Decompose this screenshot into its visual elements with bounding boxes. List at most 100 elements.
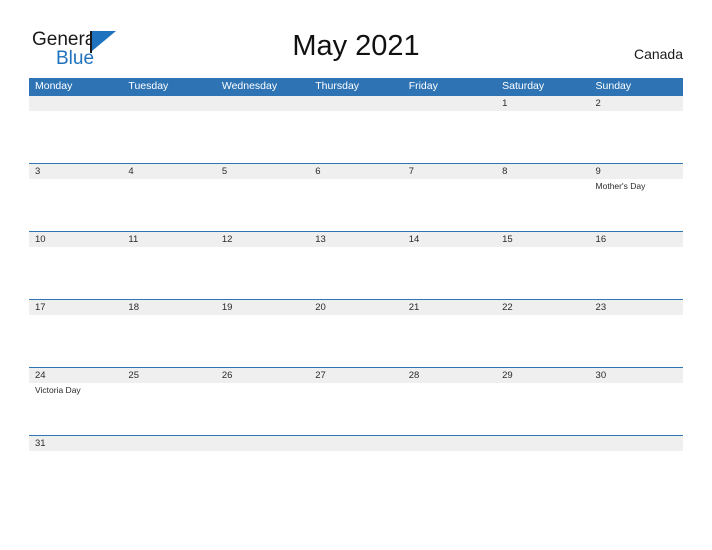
week-number-band: 24 25 26 27 28 29 30 (29, 368, 683, 383)
day-cell-empty (403, 179, 496, 231)
day-number-empty (496, 436, 589, 451)
day-cell-empty (496, 383, 589, 435)
day-cell-empty (309, 247, 402, 299)
day-event-label[interactable]: Victoria Day (29, 383, 122, 435)
day-cell-empty (403, 451, 496, 473)
day-number-empty (216, 96, 309, 111)
day-cell-empty (496, 111, 589, 163)
day-number-empty (403, 436, 496, 451)
day-cell-empty (216, 383, 309, 435)
day-number[interactable]: 1 (496, 96, 589, 111)
day-number[interactable]: 17 (29, 300, 122, 315)
day-number[interactable]: 24 (29, 368, 122, 383)
calendar-week-row: 12 (29, 95, 683, 163)
calendar-page: General Blue May 2021 Canada Monday Tuesd… (0, 0, 712, 550)
day-cell-empty (29, 315, 122, 367)
day-number[interactable]: 2 (590, 96, 683, 111)
day-number[interactable]: 7 (403, 164, 496, 179)
page-title: May 2021 (292, 30, 420, 62)
weekday-header-saturday: Saturday (502, 80, 545, 92)
weekday-header-tuesday: Tuesday (128, 80, 169, 92)
day-number[interactable]: 15 (496, 232, 589, 247)
week-number-band: 10 11 12 13 14 15 16 (29, 232, 683, 247)
day-number[interactable]: 8 (496, 164, 589, 179)
day-cell-empty (403, 383, 496, 435)
week-number-band: 31 (29, 436, 683, 451)
weekday-header-wednesday: Wednesday (221, 80, 278, 92)
day-number[interactable]: 3 (29, 164, 122, 179)
day-cell-empty (122, 247, 215, 299)
day-number[interactable]: 29 (496, 368, 589, 383)
day-number[interactable]: 10 (29, 232, 122, 247)
day-cell-empty (496, 315, 589, 367)
day-number-empty (590, 436, 683, 451)
page-header: General Blue May 2021 Canada (0, 0, 712, 78)
day-number[interactable]: 30 (590, 368, 683, 383)
day-number[interactable]: 28 (403, 368, 496, 383)
day-cell-empty (122, 383, 215, 435)
day-number[interactable]: 19 (216, 300, 309, 315)
day-number[interactable]: 16 (590, 232, 683, 247)
day-number[interactable]: 26 (216, 368, 309, 383)
day-number[interactable]: 21 (403, 300, 496, 315)
day-cell-empty (496, 247, 589, 299)
weekday-header-row: Monday Tuesday Wednesday Thursday Friday Satu… (29, 78, 683, 95)
weekday-header-monday: Monday (35, 80, 73, 92)
day-number-empty (122, 436, 215, 451)
day-number[interactable]: 25 (122, 368, 215, 383)
day-number-empty (122, 96, 215, 111)
day-cell-empty (403, 315, 496, 367)
day-number[interactable]: 31 (29, 436, 122, 451)
week-event-band: Mother's Day (29, 179, 683, 231)
day-event-label[interactable]: Mother's Day (590, 179, 683, 231)
day-cell-empty (496, 179, 589, 231)
day-cell-empty (309, 383, 402, 435)
weekday-header-sunday: Sunday (595, 80, 632, 92)
day-cell-empty (122, 315, 215, 367)
day-cell-empty (309, 111, 402, 163)
week-event-band (29, 247, 683, 299)
day-number[interactable]: 23 (590, 300, 683, 315)
day-cell-empty (29, 247, 122, 299)
day-cell-empty (29, 179, 122, 231)
day-number-empty (29, 96, 122, 111)
day-cell-empty (590, 247, 683, 299)
day-cell-empty (309, 451, 402, 473)
calendar-week-row: 24 25 26 27 28 29 30 Victoria Day (29, 367, 683, 435)
week-event-band: Victoria Day (29, 383, 683, 435)
week-number-band: 17 18 19 20 21 22 23 (29, 300, 683, 315)
day-cell-empty (216, 179, 309, 231)
day-cell-empty (216, 247, 309, 299)
day-number-empty (309, 436, 402, 451)
day-number[interactable]: 20 (309, 300, 402, 315)
day-number-empty (309, 96, 402, 111)
calendar-weeks: 1 2 3 4 5 6 7 8 9 Mother's Day 10 11 12 13 14 15 16 17 18 1… (29, 95, 683, 473)
week-number-band: 3456789 (29, 164, 683, 179)
day-cell-empty (590, 451, 683, 473)
day-number[interactable]: 13 (309, 232, 402, 247)
calendar-week-row: 10 11 12 13 14 15 16 (29, 231, 683, 299)
country-label: Canada (633, 46, 683, 62)
day-cell-empty (216, 315, 309, 367)
weekday-header-thursday: Thursday (315, 80, 360, 92)
day-number[interactable]: 12 (216, 232, 309, 247)
day-number[interactable]: 27 (309, 368, 402, 383)
day-cell-empty (216, 111, 309, 163)
day-number[interactable]: 11 (122, 232, 215, 247)
day-number-empty (216, 436, 309, 451)
day-cell-empty (309, 315, 402, 367)
day-number[interactable]: 22 (496, 300, 589, 315)
day-number[interactable]: 4 (122, 164, 215, 179)
day-number[interactable]: 14 (403, 232, 496, 247)
day-number[interactable]: 6 (309, 164, 402, 179)
day-number-empty (403, 96, 496, 111)
week-event-band (29, 111, 683, 163)
calendar-week-row: 17 18 19 20 21 22 23 (29, 299, 683, 367)
calendar-week-row: 31 (29, 435, 683, 473)
day-cell-empty (590, 111, 683, 163)
day-number[interactable]: 5 (216, 164, 309, 179)
day-number[interactable]: 9 (590, 164, 683, 179)
day-cell-empty (216, 451, 309, 473)
day-number[interactable]: 18 (122, 300, 215, 315)
day-cell-empty (122, 179, 215, 231)
